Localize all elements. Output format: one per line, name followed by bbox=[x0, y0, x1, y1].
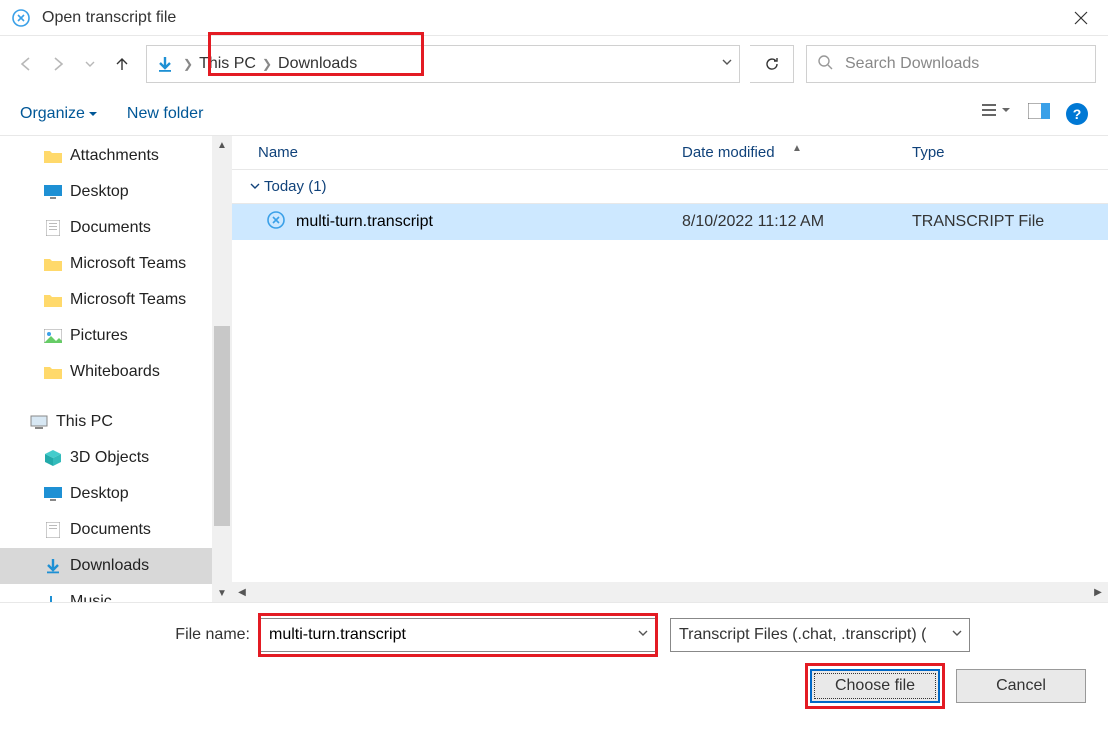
preview-pane-icon[interactable] bbox=[1028, 103, 1050, 124]
tree-item[interactable]: Attachments bbox=[0, 138, 212, 174]
transcript-file-icon bbox=[266, 210, 286, 235]
chevron-down-icon bbox=[250, 178, 260, 195]
scroll-left-icon[interactable]: ◀ bbox=[232, 587, 252, 598]
sidebar-scrollbar[interactable]: ▲ ▼ bbox=[212, 136, 232, 602]
close-button[interactable] bbox=[1064, 1, 1098, 35]
chevron-down-icon[interactable] bbox=[951, 626, 963, 644]
sort-indicator-icon: ▲ bbox=[792, 143, 802, 154]
group-header[interactable]: Today (1) bbox=[232, 170, 1108, 204]
tree-item[interactable]: Pictures bbox=[0, 318, 212, 354]
folder-icon bbox=[44, 147, 62, 165]
download-arrow-icon bbox=[155, 54, 175, 74]
document-icon bbox=[44, 521, 62, 539]
folder-tree[interactable]: Attachments Desktop Documents Microsoft … bbox=[0, 136, 212, 602]
desktop-icon bbox=[44, 485, 62, 503]
app-icon bbox=[10, 7, 32, 29]
tree-item[interactable]: Desktop bbox=[0, 476, 212, 512]
file-row[interactable]: multi-turn.transcript 8/10/2022 11:12 AM… bbox=[232, 204, 1108, 240]
tree-item-downloads[interactable]: Downloads bbox=[0, 548, 212, 584]
filename-input[interactable] bbox=[269, 626, 647, 644]
file-type: TRANSCRIPT File bbox=[912, 213, 1108, 231]
filename-field[interactable] bbox=[260, 618, 656, 652]
column-date[interactable]: ▲Date modified bbox=[682, 144, 912, 161]
scroll-right-icon[interactable]: ▶ bbox=[1088, 587, 1108, 598]
breadcrumb-dropdown-icon[interactable] bbox=[721, 55, 733, 73]
organize-menu[interactable]: Organize bbox=[20, 105, 97, 123]
cancel-button[interactable]: Cancel bbox=[956, 669, 1086, 703]
scroll-thumb[interactable] bbox=[214, 326, 230, 526]
folder-icon bbox=[44, 291, 62, 309]
search-input[interactable] bbox=[845, 55, 1085, 73]
download-arrow-icon bbox=[44, 557, 62, 575]
column-headers[interactable]: Name ▲Date modified Type bbox=[232, 136, 1108, 170]
scroll-track[interactable] bbox=[252, 582, 1088, 602]
tree-item[interactable]: Whiteboards bbox=[0, 354, 212, 390]
back-button[interactable] bbox=[12, 50, 40, 78]
pc-icon bbox=[30, 413, 48, 431]
breadcrumb-item[interactable]: This PC bbox=[199, 55, 256, 73]
horizontal-scrollbar[interactable]: ◀ ▶ bbox=[232, 582, 1108, 602]
file-name: multi-turn.transcript bbox=[296, 213, 433, 231]
tree-item[interactable]: Microsoft Teams bbox=[0, 282, 212, 318]
new-folder-button[interactable]: New folder bbox=[127, 105, 203, 123]
desktop-icon bbox=[44, 183, 62, 201]
refresh-button[interactable] bbox=[750, 45, 794, 83]
tree-item[interactable]: Documents bbox=[0, 210, 212, 246]
breadcrumb[interactable]: ❯ This PC ❯ Downloads bbox=[146, 45, 740, 83]
help-icon[interactable]: ? bbox=[1066, 103, 1088, 125]
folder-icon bbox=[44, 363, 62, 381]
tree-item[interactable]: Music bbox=[0, 584, 212, 602]
scroll-up-icon[interactable]: ▲ bbox=[212, 136, 232, 154]
scroll-down-icon[interactable]: ▼ bbox=[212, 584, 232, 602]
window-title: Open transcript file bbox=[42, 9, 1064, 27]
search-icon bbox=[817, 54, 833, 75]
tree-item-this-pc[interactable]: This PC bbox=[0, 404, 212, 440]
choose-file-button[interactable]: Choose file bbox=[810, 669, 940, 703]
box-icon bbox=[44, 449, 62, 467]
file-date: 8/10/2022 11:12 AM bbox=[682, 213, 912, 231]
tree-item[interactable]: Desktop bbox=[0, 174, 212, 210]
tree-item[interactable]: 3D Objects bbox=[0, 440, 212, 476]
tree-item[interactable]: Documents bbox=[0, 512, 212, 548]
search-box[interactable] bbox=[806, 45, 1096, 83]
file-type-filter[interactable]: Transcript Files (.chat, .transcript) ( bbox=[670, 618, 970, 652]
chevron-down-icon[interactable] bbox=[637, 626, 649, 644]
recent-dropdown[interactable] bbox=[76, 50, 104, 78]
view-menu-icon[interactable] bbox=[982, 102, 1012, 125]
filename-label: File name: bbox=[0, 626, 260, 644]
forward-button[interactable] bbox=[44, 50, 72, 78]
tree-item[interactable]: Microsoft Teams bbox=[0, 246, 212, 282]
breadcrumb-item[interactable]: Downloads bbox=[278, 55, 357, 73]
pictures-icon bbox=[44, 327, 62, 345]
chevron-right-icon: ❯ bbox=[262, 57, 272, 71]
music-icon bbox=[44, 593, 62, 602]
column-type[interactable]: Type bbox=[912, 144, 1108, 161]
up-button[interactable] bbox=[108, 50, 136, 78]
document-icon bbox=[44, 219, 62, 237]
folder-icon bbox=[44, 255, 62, 273]
chevron-right-icon: ❯ bbox=[183, 57, 193, 71]
column-name[interactable]: Name bbox=[232, 144, 682, 161]
